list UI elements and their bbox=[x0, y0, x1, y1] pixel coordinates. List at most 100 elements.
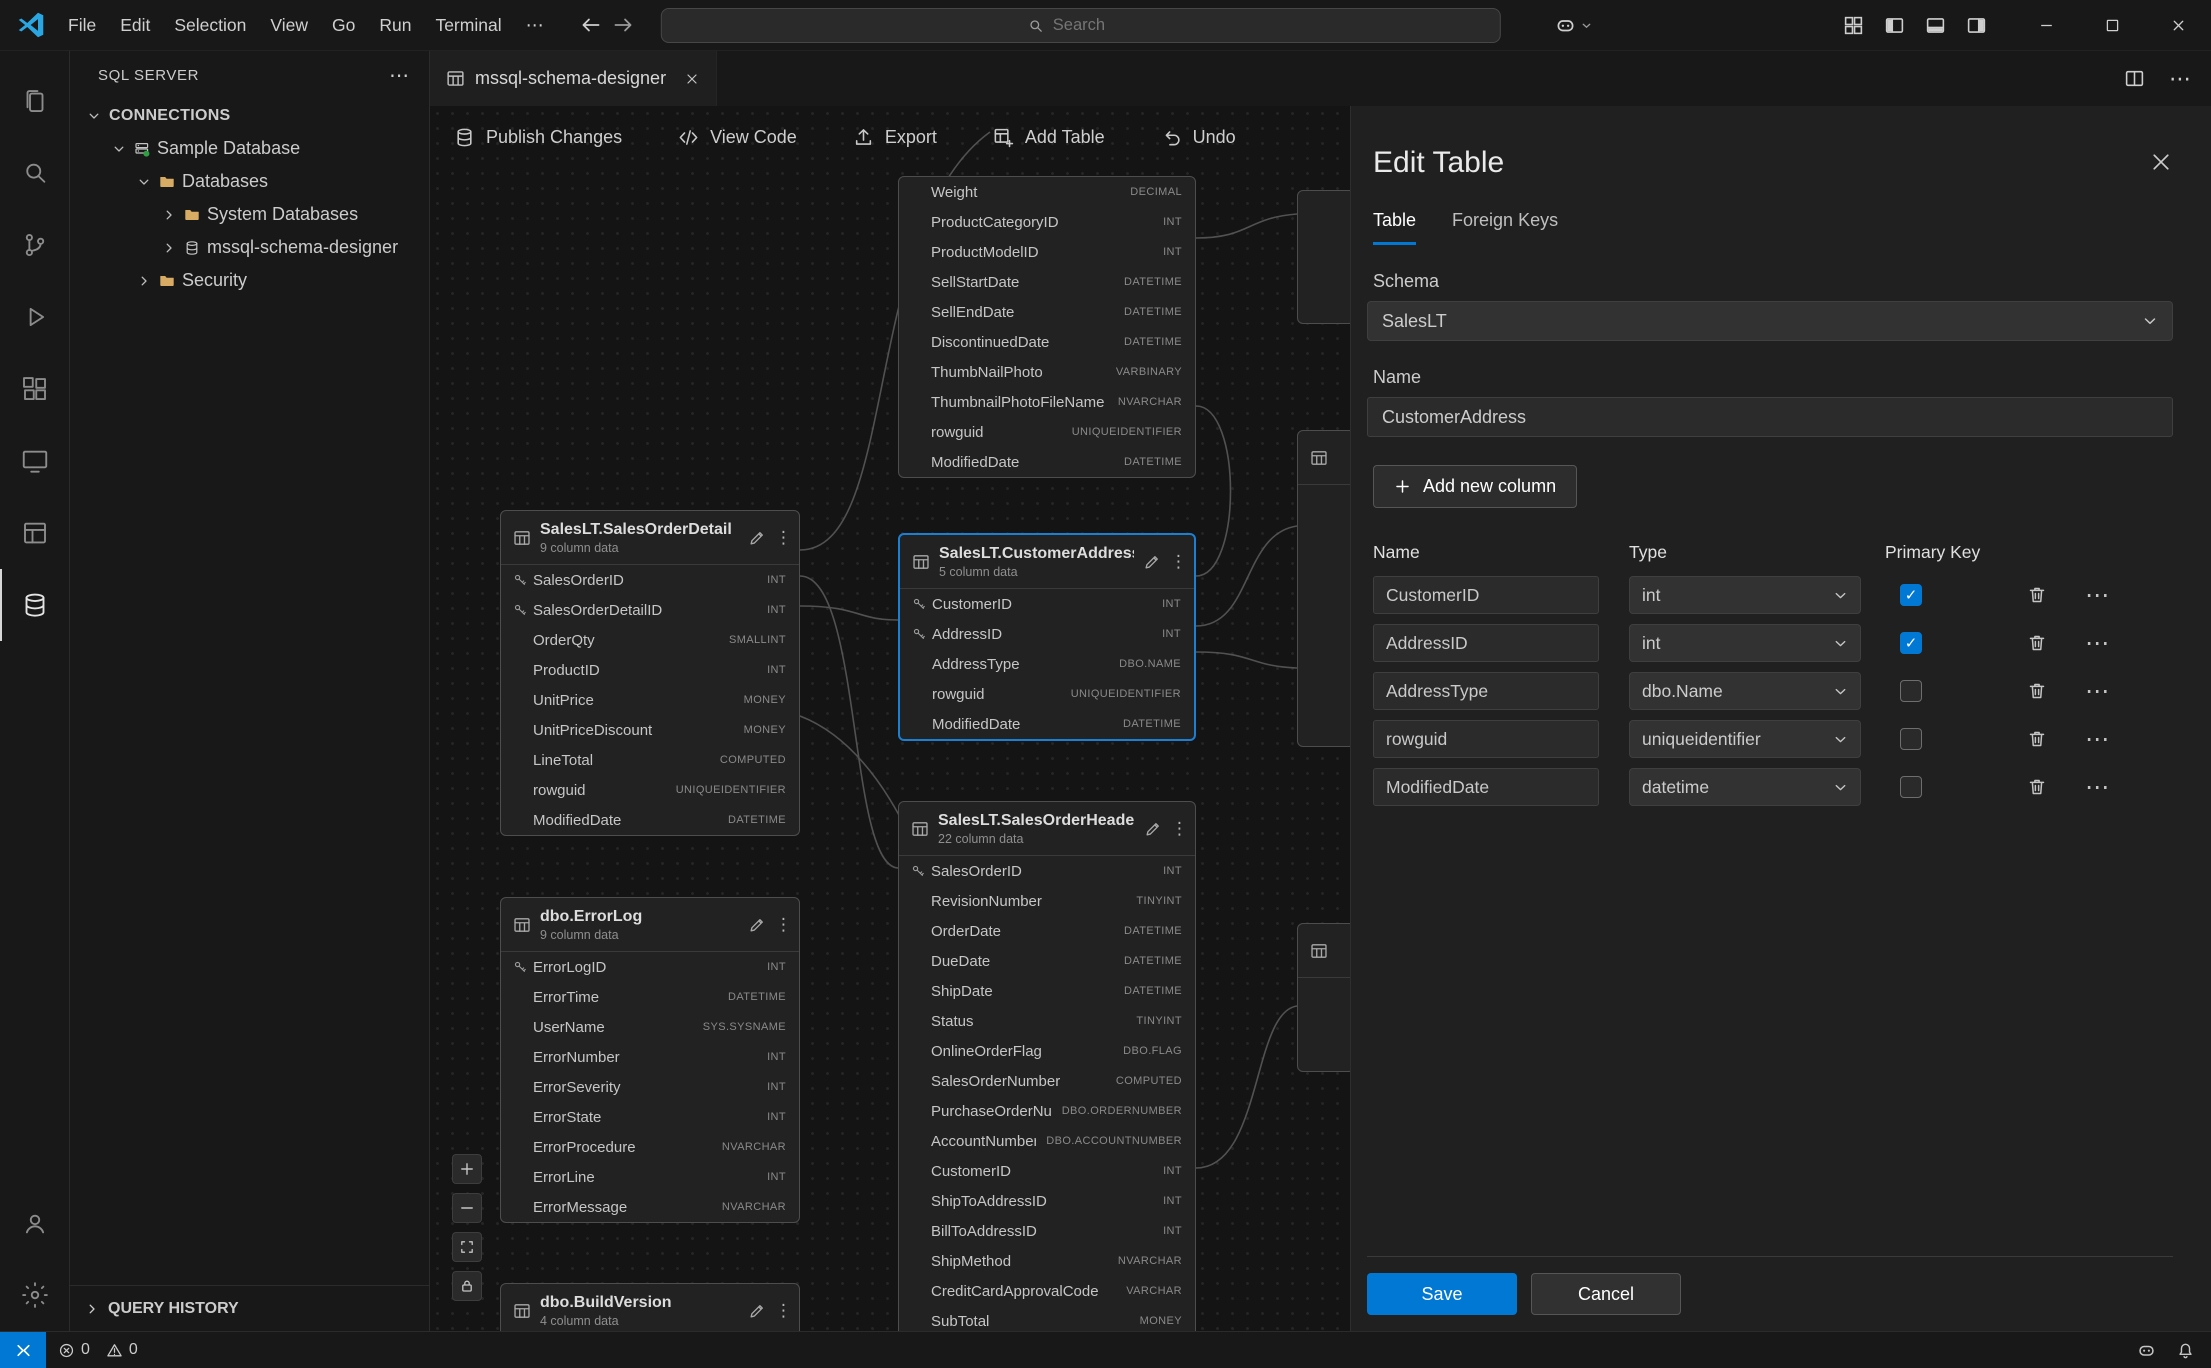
add-table-button[interactable]: Add Table bbox=[993, 127, 1105, 148]
table-node-build-version[interactable]: dbo.BuildVersion4 column data⋮ bbox=[500, 1283, 800, 1331]
edit-table-icon[interactable] bbox=[1144, 820, 1162, 838]
tree-item-databases[interactable]: Databases bbox=[70, 165, 429, 198]
table-more-icon[interactable]: ⋮ bbox=[775, 915, 789, 935]
column-more-icon[interactable]: ⋯ bbox=[2079, 629, 2129, 658]
save-button[interactable]: Save bbox=[1367, 1273, 1517, 1315]
edit-table-icon[interactable] bbox=[748, 529, 766, 547]
tab-table[interactable]: Table bbox=[1373, 210, 1416, 245]
close-window-button[interactable] bbox=[2145, 0, 2211, 50]
tab-close-icon[interactable] bbox=[684, 71, 700, 87]
clipped-table-node[interactable] bbox=[1297, 190, 1355, 324]
column-more-icon[interactable]: ⋯ bbox=[2079, 581, 2129, 610]
edit-table-icon[interactable] bbox=[1143, 553, 1161, 571]
extensions-icon[interactable] bbox=[0, 353, 69, 425]
column-more-icon[interactable]: ⋯ bbox=[2079, 773, 2129, 802]
menu-edit[interactable]: Edit bbox=[108, 9, 162, 42]
copilot-menu[interactable] bbox=[1555, 15, 1593, 36]
cancel-button[interactable]: Cancel bbox=[1531, 1273, 1681, 1315]
minimize-button[interactable] bbox=[2013, 0, 2079, 50]
menu-view[interactable]: View bbox=[258, 9, 320, 42]
clipped-table-node[interactable] bbox=[1297, 923, 1355, 1072]
table-name-input[interactable] bbox=[1367, 397, 2173, 437]
menu-more[interactable]: ⋯ bbox=[514, 9, 556, 42]
column-type-select[interactable]: int bbox=[1629, 576, 1861, 614]
table-more-icon[interactable]: ⋮ bbox=[1170, 552, 1184, 572]
problems-status[interactable]: 0 0 bbox=[58, 1341, 138, 1359]
toggle-panel-icon[interactable] bbox=[1925, 15, 1946, 36]
forward-arrow-icon[interactable] bbox=[612, 14, 634, 36]
delete-column-icon[interactable] bbox=[2019, 585, 2079, 605]
menu-selection[interactable]: Selection bbox=[162, 9, 258, 42]
sidebar-more-icon[interactable]: ⋯ bbox=[389, 63, 409, 88]
column-type-select[interactable]: dbo.Name bbox=[1629, 672, 1861, 710]
column-type-select[interactable]: datetime bbox=[1629, 768, 1861, 806]
remote-indicator[interactable] bbox=[0, 1332, 46, 1368]
publish-changes-button[interactable]: Publish Changes bbox=[454, 127, 622, 148]
menu-terminal[interactable]: Terminal bbox=[423, 9, 513, 42]
table-node-customer-address[interactable]: SalesLT.CustomerAddress5 column data⋮Cus… bbox=[898, 533, 1196, 741]
menu-run[interactable]: Run bbox=[367, 9, 423, 42]
undo-button[interactable]: Undo bbox=[1161, 127, 1236, 148]
column-type-select[interactable]: int bbox=[1629, 624, 1861, 662]
zoom-fit-button[interactable] bbox=[452, 1232, 482, 1262]
column-name-input[interactable] bbox=[1373, 672, 1599, 710]
table-more-icon[interactable]: ⋮ bbox=[1171, 819, 1185, 839]
primary-key-checkbox[interactable]: ✓ bbox=[1900, 632, 1922, 654]
customize-layout-icon[interactable] bbox=[1843, 15, 1864, 36]
table-more-icon[interactable]: ⋮ bbox=[775, 1301, 789, 1321]
tab-foreign-keys[interactable]: Foreign Keys bbox=[1452, 210, 1558, 245]
copilot-status-icon[interactable] bbox=[2137, 1341, 2156, 1360]
menu-file[interactable]: File bbox=[56, 9, 108, 42]
table-node-error-log[interactable]: dbo.ErrorLog9 column data⋮ErrorLogIDINTE… bbox=[500, 897, 800, 1223]
primary-key-checkbox[interactable] bbox=[1900, 776, 1922, 798]
delete-column-icon[interactable] bbox=[2019, 681, 2079, 701]
table-more-icon[interactable]: ⋮ bbox=[775, 528, 789, 548]
tree-item-security[interactable]: Security bbox=[70, 264, 429, 297]
column-name-input[interactable] bbox=[1373, 576, 1599, 614]
tree-item-sample-database[interactable]: Sample Database bbox=[70, 132, 429, 165]
add-new-column-button[interactable]: Add new column bbox=[1373, 465, 1577, 508]
export-button[interactable]: Export bbox=[853, 127, 937, 148]
search-input[interactable] bbox=[1053, 16, 1133, 35]
remote-explorer-icon[interactable] bbox=[0, 425, 69, 497]
primary-key-checkbox[interactable] bbox=[1900, 680, 1922, 702]
zoom-out-button[interactable] bbox=[452, 1193, 482, 1223]
table-node-sales-order-header[interactable]: SalesLT.SalesOrderHeader22 column data⋮S… bbox=[898, 801, 1196, 1331]
split-editor-icon[interactable] bbox=[2124, 68, 2145, 89]
menu-go[interactable]: Go bbox=[320, 9, 367, 42]
command-center-search[interactable] bbox=[660, 8, 1500, 43]
primary-key-checkbox[interactable]: ✓ bbox=[1900, 584, 1922, 606]
tab-mssql-schema-designer[interactable]: mssql-schema-designer bbox=[430, 51, 717, 106]
panel-close-icon[interactable] bbox=[2149, 150, 2173, 174]
column-more-icon[interactable]: ⋯ bbox=[2079, 725, 2129, 754]
explorer-icon[interactable] bbox=[0, 65, 69, 137]
maximize-button[interactable] bbox=[2079, 0, 2145, 50]
delete-column-icon[interactable] bbox=[2019, 777, 2079, 797]
column-type-select[interactable]: uniqueidentifier bbox=[1629, 720, 1861, 758]
tree-item-system-databases[interactable]: System Databases bbox=[70, 198, 429, 231]
table-node-product[interactable]: WeightDECIMALProductCategoryIDINTProduct… bbox=[898, 176, 1196, 478]
tree-item-mssql-schema-designer[interactable]: mssql-schema-designer bbox=[70, 231, 429, 264]
source-control-icon[interactable] bbox=[0, 209, 69, 281]
table-designer-icon[interactable] bbox=[0, 497, 69, 569]
zoom-in-button[interactable] bbox=[452, 1154, 482, 1184]
column-name-input[interactable] bbox=[1373, 624, 1599, 662]
account-icon[interactable] bbox=[0, 1187, 69, 1259]
schema-designer-icon[interactable] bbox=[0, 569, 69, 641]
notifications-bell-icon[interactable] bbox=[2176, 1341, 2195, 1360]
column-name-input[interactable] bbox=[1373, 768, 1599, 806]
delete-column-icon[interactable] bbox=[2019, 633, 2079, 653]
search-icon[interactable] bbox=[0, 137, 69, 209]
query-history-section[interactable]: QUERY HISTORY bbox=[70, 1285, 429, 1331]
primary-key-checkbox[interactable] bbox=[1900, 728, 1922, 750]
view-code-button[interactable]: View Code bbox=[678, 127, 797, 148]
run-debug-icon[interactable] bbox=[0, 281, 69, 353]
delete-column-icon[interactable] bbox=[2019, 729, 2079, 749]
edit-table-icon[interactable] bbox=[748, 1302, 766, 1320]
tree-item-connections[interactable]: CONNECTIONS bbox=[70, 99, 429, 132]
edit-table-icon[interactable] bbox=[748, 916, 766, 934]
lock-canvas-button[interactable] bbox=[452, 1271, 482, 1301]
settings-icon[interactable] bbox=[0, 1259, 69, 1331]
back-arrow-icon[interactable] bbox=[580, 14, 602, 36]
column-more-icon[interactable]: ⋯ bbox=[2079, 677, 2129, 706]
